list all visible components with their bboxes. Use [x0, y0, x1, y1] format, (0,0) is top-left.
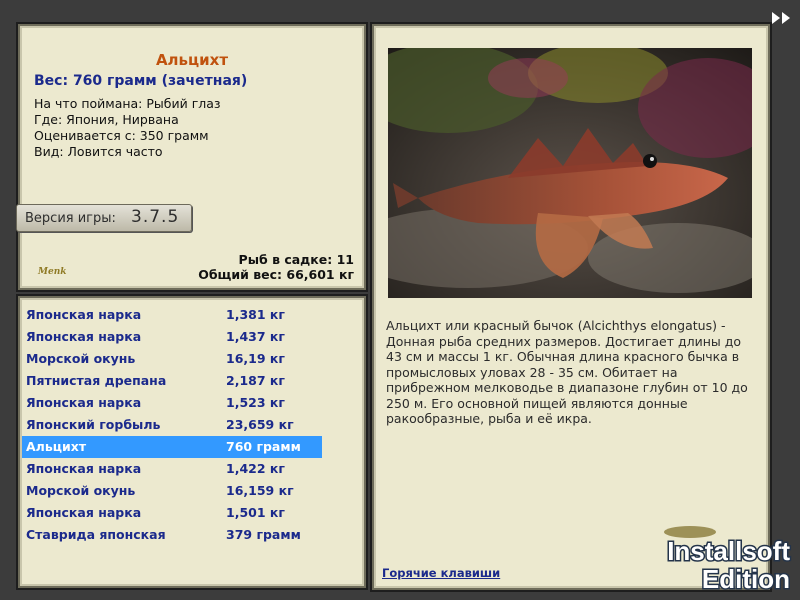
valued-from: Оценивается с: 350 грамм: [34, 128, 209, 143]
catch-fish-name: Японская нарка: [26, 505, 142, 520]
catch-fish-name: Морской окунь: [26, 351, 136, 366]
catch-fish-name: Японская нарка: [26, 461, 142, 476]
catch-list-item[interactable]: Японская нарка 1,381 кг: [22, 304, 322, 326]
fish-description: Альцихт или красный бычок (Alcichthys el…: [386, 318, 748, 426]
catch-fish-weight: 1,437 кг: [226, 329, 285, 344]
brand-logo: Menk: [38, 267, 67, 277]
double-arrow-right-icon: [772, 12, 790, 24]
catch-fish-weight: 1,381 кг: [226, 307, 285, 322]
catch-fish-weight: 16,159 кг: [226, 483, 294, 498]
catch-list-item[interactable]: Японская нарка 1,523 кг: [22, 392, 322, 414]
catch-fish-weight: 1,422 кг: [226, 461, 285, 476]
catch-list: Японская нарка 1,381 кг Японская нарка 1,43…: [18, 296, 366, 588]
catch-fish-name: Японский горбыль: [26, 417, 161, 432]
version-badge: Версия игры: 3.7.5: [16, 204, 192, 232]
hotkeys-link[interactable]: Горячие клавиши: [382, 566, 500, 580]
next-page-button[interactable]: [770, 10, 794, 26]
catch-fish-name: Ставрида японская: [26, 527, 166, 542]
fish-count: Рыб в садке: 11: [238, 252, 354, 267]
catch-fish-name: Морской окунь: [26, 483, 136, 498]
catch-fish-weight: 379 грамм: [226, 527, 301, 542]
watermark-line2: Edition: [702, 564, 790, 594]
fish-info-panel: Альцихт Вес: 760 грамм (зачетная) На что…: [16, 24, 366, 290]
catch-list-item[interactable]: Японская нарка 1,422 кг: [22, 458, 322, 480]
fish-weight: Вес: 760 грамм (зачетная): [34, 73, 248, 89]
catch-fish-weight: 760 грамм: [226, 439, 301, 454]
fish-name: Альцихт: [155, 51, 229, 69]
catch-list-item[interactable]: Альцихт 760 грамм: [22, 436, 322, 458]
frequency: Вид: Ловится часто: [34, 144, 163, 159]
catch-list-item[interactable]: Японская нарка 1,501 кг: [22, 502, 322, 524]
catch-list-item[interactable]: Японский горбыль 23,659 кг: [22, 414, 322, 436]
version-number: 3.7.5: [131, 207, 180, 227]
catch-fish-name: Японская нарка: [26, 307, 142, 322]
total-weight: Общий вес: 66,601 кг: [198, 267, 354, 282]
catch-fish-weight: 1,501 кг: [226, 505, 285, 520]
catch-fish-name: Пятнистая дрепана: [26, 373, 167, 388]
installsoft-watermark: Installsoft Edition: [640, 522, 796, 596]
watermark-line1: Installsoft: [667, 536, 790, 566]
catch-list-item[interactable]: Морской окунь 16,159 кг: [22, 480, 322, 502]
fish-photo: [388, 48, 752, 298]
caught-with: На что поймана: Рыбий глаз: [34, 96, 221, 111]
catch-fish-weight: 16,19 кг: [226, 351, 285, 366]
catch-list-item[interactable]: Пятнистая дрепана 2,187 кг: [22, 370, 322, 392]
catch-fish-name: Японская нарка: [26, 395, 142, 410]
catch-fish-weight: 1,523 кг: [226, 395, 285, 410]
catch-list-item[interactable]: Ставрида японская 379 грамм: [22, 524, 322, 546]
catch-fish-name: Альцихт: [26, 439, 87, 454]
location: Где: Япония, Нирвана: [34, 112, 179, 127]
fish-detail-panel: Альцихт или красный бычок (Alcichthys el…: [372, 24, 770, 590]
catch-fish-weight: 2,187 кг: [226, 373, 285, 388]
catch-fish-weight: 23,659 кг: [226, 417, 294, 432]
catch-list-item[interactable]: Японская нарка 1,437 кг: [22, 326, 322, 348]
catch-list-item[interactable]: Морской окунь 16,19 кг: [22, 348, 322, 370]
version-label: Версия игры:: [25, 211, 116, 226]
catch-fish-name: Японская нарка: [26, 329, 142, 344]
